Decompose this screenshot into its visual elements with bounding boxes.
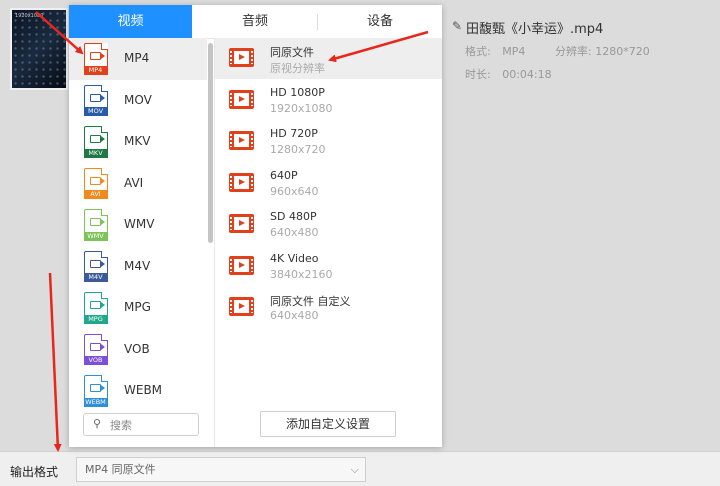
format-name: MOV bbox=[124, 92, 152, 107]
resolution-name: 640P bbox=[270, 168, 298, 182]
resolution-name: HD 720P bbox=[270, 127, 318, 140]
duration-value: 00:04:18 bbox=[502, 68, 552, 81]
format-value: MP4 bbox=[502, 45, 526, 58]
file-video-icon: MP4 bbox=[83, 43, 108, 75]
resolution-size: 1920x1080 bbox=[270, 101, 333, 115]
annotation-arrow-output bbox=[48, 272, 62, 452]
resolution-name: 同原文件 bbox=[270, 46, 314, 59]
format-name: MP4 bbox=[124, 51, 150, 65]
format-search[interactable]: ⚲ bbox=[83, 413, 199, 436]
rename-pencil-icon[interactable]: ✎ bbox=[452, 19, 462, 33]
video-thumbnail[interactable]: 1920x1080 bbox=[10, 8, 68, 90]
video-film-icon bbox=[229, 131, 254, 150]
format-name: WMV bbox=[124, 217, 155, 231]
format-icon-tag: MKV bbox=[83, 148, 108, 158]
resolution-label: 分辨率: bbox=[555, 45, 592, 58]
thumbnail-image bbox=[12, 10, 66, 88]
format-name: VOB bbox=[124, 341, 150, 356]
file-video-icon: VOB bbox=[83, 333, 108, 365]
format-name: M4V bbox=[124, 258, 151, 273]
format-name: WEBM bbox=[124, 383, 163, 397]
format-name: AVI bbox=[124, 175, 144, 190]
format-list: MP4 MP4 MOV MOV MKV MKV AVI AVI WMV WMV M4V M4V MPG M… bbox=[69, 38, 214, 410]
search-input[interactable] bbox=[108, 416, 198, 435]
format-name: MKV bbox=[124, 134, 151, 148]
format-icon-tag: MOV bbox=[83, 107, 108, 116]
resolution-item[interactable]: 同原文件 自定义 640x480 bbox=[215, 287, 442, 328]
format-popup: 视频 音频 设备 MP4 MP4 MOV MOV MKV MKV AVI AVI WMV WMV M… bbox=[69, 5, 442, 447]
tab-device[interactable]: 设备 bbox=[318, 5, 442, 38]
format-item-avi[interactable]: AVI AVI bbox=[69, 163, 207, 205]
resolution-name: HD 1080P bbox=[270, 85, 325, 99]
format-icon-tag: MP4 bbox=[83, 65, 108, 75]
video-film-icon bbox=[229, 297, 254, 316]
video-film-icon bbox=[229, 214, 254, 233]
format-icon-tag: VOB bbox=[83, 356, 108, 365]
resolution-size: 960x640 bbox=[270, 184, 319, 198]
resolution-name: 同原文件 自定义 bbox=[270, 295, 351, 308]
file-video-icon: M4V bbox=[83, 250, 108, 282]
thumbnail-label: 1920x1080 bbox=[15, 13, 44, 19]
resolution-name: SD 480P bbox=[270, 210, 317, 223]
format-label: 格式: bbox=[465, 45, 491, 58]
format-item-mp4[interactable]: MP4 MP4 bbox=[69, 38, 207, 80]
file-video-icon: MKV bbox=[83, 126, 108, 158]
file-video-icon: MOV bbox=[83, 84, 108, 116]
resolution-item[interactable]: 640P 960x640 bbox=[215, 163, 442, 204]
resolution-name: 4K Video bbox=[270, 251, 319, 265]
file-video-icon: WEBM bbox=[83, 375, 108, 407]
resolution-item[interactable]: HD 720P 1280x720 bbox=[215, 121, 442, 162]
resolution-item[interactable]: 4K Video 3840x2160 bbox=[215, 246, 442, 287]
format-icon-tag: MPG bbox=[83, 314, 108, 324]
format-icon-tag: WMV bbox=[83, 231, 108, 241]
output-format-value: MP4 同原文件 bbox=[85, 463, 156, 476]
format-icon-tag: M4V bbox=[83, 273, 108, 282]
format-scrollbar[interactable] bbox=[208, 43, 213, 243]
resolution-size: 640x480 bbox=[270, 309, 319, 322]
resolution-size: 1280x720 bbox=[270, 143, 326, 156]
search-icon: ⚲ bbox=[93, 417, 102, 430]
file-title: 田馥甄《小幸运》.mp4 bbox=[466, 22, 604, 37]
video-film-icon bbox=[229, 172, 254, 192]
output-format-select[interactable]: MP4 同原文件 ⌵ bbox=[76, 457, 366, 482]
tab-audio[interactable]: 音频 bbox=[193, 5, 317, 38]
file-video-icon: MPG bbox=[83, 292, 108, 324]
add-custom-settings-button[interactable]: 添加自定义设置 bbox=[260, 411, 396, 437]
resolution-size: 原视分辨率 bbox=[270, 62, 325, 75]
video-film-icon bbox=[229, 255, 254, 275]
chevron-down-icon: ⌵ bbox=[350, 463, 359, 476]
format-item-wmv[interactable]: WMV WMV bbox=[69, 204, 207, 246]
resolution-size: 640x480 bbox=[270, 226, 319, 239]
format-tabs: 视频 音频 设备 bbox=[69, 5, 442, 39]
format-item-m4v[interactable]: M4V M4V bbox=[69, 246, 207, 288]
format-item-mpg[interactable]: MPG MPG bbox=[69, 287, 207, 329]
format-item-mov[interactable]: MOV MOV bbox=[69, 80, 207, 122]
output-format-label: 输出格式 bbox=[10, 465, 59, 479]
format-icon-tag: WEBM bbox=[83, 397, 108, 407]
video-film-icon bbox=[229, 89, 254, 109]
video-film-icon bbox=[229, 48, 254, 67]
file-video-icon: AVI bbox=[83, 167, 108, 199]
resolution-item[interactable]: HD 1080P 1920x1080 bbox=[215, 80, 442, 121]
format-item-webm[interactable]: WEBM WEBM bbox=[69, 370, 207, 410]
resolution-item[interactable]: 同原文件 原视分辨率 bbox=[215, 38, 442, 79]
format-item-vob[interactable]: VOB VOB bbox=[69, 329, 207, 371]
resolution-size: 3840x2160 bbox=[270, 267, 333, 281]
resolution-item[interactable]: SD 480P 640x480 bbox=[215, 204, 442, 245]
duration-label: 时长: bbox=[465, 68, 491, 81]
tab-video[interactable]: 视频 bbox=[69, 5, 192, 38]
file-video-icon: WMV bbox=[83, 209, 108, 241]
format-item-mkv[interactable]: MKV MKV bbox=[69, 121, 207, 163]
bottom-bar: 输出格式 MP4 同原文件 ⌵ bbox=[0, 451, 720, 486]
format-name: MPG bbox=[124, 300, 151, 314]
resolution-value: 1280*720 bbox=[595, 45, 650, 58]
format-icon-tag: AVI bbox=[83, 190, 108, 199]
